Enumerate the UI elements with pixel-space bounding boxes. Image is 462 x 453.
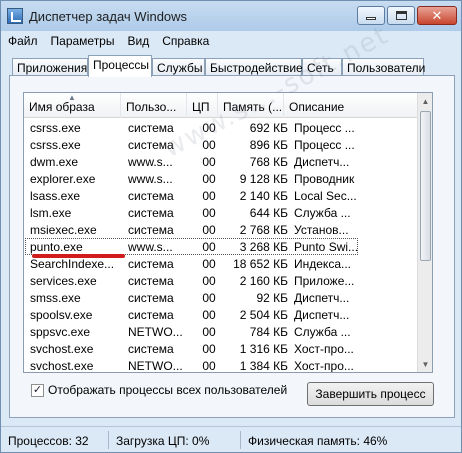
menu-file[interactable]: Файл <box>8 34 38 48</box>
table-row[interactable]: lsass.exe система 00 2 140 КБ Local Sec... <box>24 187 418 204</box>
table-row[interactable]: csrss.exe система 00 896 КБ Процесс ... <box>24 136 418 153</box>
scroll-down-icon[interactable]: ▼ <box>418 356 432 372</box>
table-row[interactable]: svchost.exe система 00 1 316 КБ Хост-про... <box>24 340 418 357</box>
vertical-scrollbar[interactable]: ▲ ▼ <box>417 93 432 372</box>
column-image-name[interactable]: ▲ Имя образа <box>24 93 121 118</box>
show-all-checkbox[interactable]: ✓ <box>31 383 44 397</box>
status-divider <box>108 431 109 449</box>
task-manager-window: Диспетчер задач Windows ✕ Файл Параметры… <box>0 0 462 453</box>
tab-users[interactable]: Пользователи <box>342 58 425 76</box>
column-user[interactable]: Пользо... <box>121 93 187 118</box>
tab-performance[interactable]: Быстродействие <box>205 58 303 76</box>
task-manager-icon <box>7 8 23 24</box>
close-icon: ✕ <box>431 8 443 23</box>
status-divider <box>240 431 241 449</box>
status-memory: Физическая память: 46% <box>248 434 388 448</box>
tab-strip: Приложения Процессы Службы Быстродействи… <box>9 55 455 77</box>
column-memory[interactable]: Память (... <box>218 93 284 118</box>
status-cpu: Загрузка ЦП: 0% <box>116 434 210 448</box>
tab-applications[interactable]: Приложения <box>12 58 88 76</box>
menu-view[interactable]: Вид <box>127 34 149 48</box>
table-row[interactable]: sppsvc.exe NETWO... 00 784 КБ Служба ... <box>24 323 418 340</box>
show-all-processes-option[interactable]: ✓ Отображать процессы всех пользователей <box>31 383 287 397</box>
selected-row-punto[interactable]: punto.exe www.s... 00 3 268 КБ Punto Swi... <box>24 238 418 255</box>
maximize-button[interactable] <box>387 6 415 25</box>
column-description[interactable]: Описание <box>284 93 418 118</box>
status-processes: Процессов: 32 <box>8 434 89 448</box>
process-rows: csrss.exe система 00 692 КБ Процесс ... csrs… <box>24 119 418 372</box>
title-bar[interactable]: Диспетчер задач Windows ✕ <box>1 1 461 31</box>
table-row[interactable]: smss.exe система 00 92 КБ Диспетч... <box>24 289 418 306</box>
menu-help[interactable]: Справка <box>162 34 209 48</box>
menu-options[interactable]: Параметры <box>51 34 115 48</box>
tab-network[interactable]: Сеть <box>302 58 342 76</box>
scroll-thumb[interactable] <box>420 111 431 261</box>
table-row[interactable]: dwm.exe www.s... 00 768 КБ Диспетч... <box>24 153 418 170</box>
status-bar: Процессов: 32 Загрузка ЦП: 0% Физическая… <box>1 426 461 452</box>
tab-services[interactable]: Службы <box>152 58 205 76</box>
maximize-icon <box>395 11 407 20</box>
scroll-up-icon[interactable]: ▲ <box>418 93 432 109</box>
end-process-button[interactable]: Завершить процесс <box>307 382 434 406</box>
table-row[interactable]: csrss.exe система 00 692 КБ Процесс ... <box>24 119 418 136</box>
table-row[interactable]: lsm.exe система 00 644 КБ Служба ... <box>24 204 418 221</box>
window-title: Диспетчер задач Windows <box>29 9 188 24</box>
process-list[interactable]: ▲ Имя образа Пользо... ЦП Память (... Оп… <box>23 92 433 373</box>
table-row[interactable]: explorer.exe www.s... 00 9 128 КБ Проводник <box>24 170 418 187</box>
table-row[interactable]: msiexec.exe система 00 2 768 КБ Установ... <box>24 221 418 238</box>
sort-ascending-icon: ▲ <box>68 93 76 102</box>
minimize-button[interactable] <box>357 6 385 25</box>
list-header: ▲ Имя образа Пользо... ЦП Память (... Оп… <box>24 93 418 118</box>
show-all-label: Отображать процессы всех пользователей <box>48 383 288 397</box>
table-row[interactable]: services.exe система 00 2 160 КБ Приложе... <box>24 272 418 289</box>
minimize-icon <box>366 17 376 20</box>
close-button[interactable]: ✕ <box>417 6 457 25</box>
tab-processes[interactable]: Процессы <box>88 55 152 77</box>
menu-bar: Файл Параметры Вид Справка <box>1 31 461 51</box>
table-row[interactable]: svchost.exe NETWO... 00 1 384 КБ Хост-про... <box>24 357 418 372</box>
red-underline-annotation <box>32 254 125 258</box>
column-cpu[interactable]: ЦП <box>187 93 218 118</box>
table-row[interactable]: spoolsv.exe система 00 2 504 КБ Диспетч... <box>24 306 418 323</box>
